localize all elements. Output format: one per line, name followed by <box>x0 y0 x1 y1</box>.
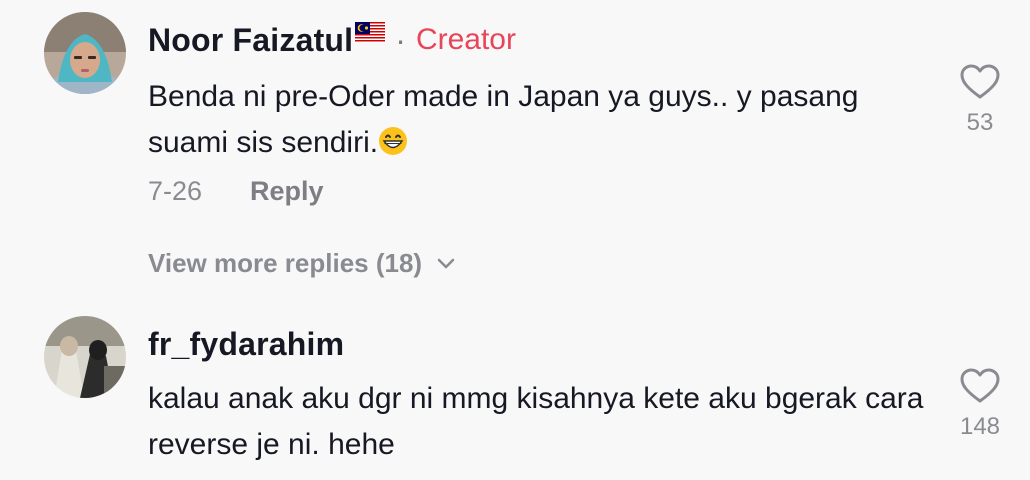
avatar[interactable] <box>44 12 126 94</box>
reply-button[interactable]: Reply <box>250 176 324 207</box>
avatar[interactable] <box>44 316 126 398</box>
comment-text-content: kalau anak aku dgr ni mmg kisahnya kete … <box>148 382 924 461</box>
username[interactable]: fr_fydarahim <box>148 326 344 363</box>
comment-text: kalau anak aku dgr ni mmg kisahnya kete … <box>148 376 928 468</box>
avatar-image <box>44 316 126 398</box>
malaysia-flag-icon <box>355 22 386 48</box>
like-count: 53 <box>966 109 994 136</box>
username-row: fr_fydarahim <box>148 322 344 366</box>
heart-icon[interactable] <box>960 368 1000 409</box>
username-row: Noor Faizatul · Creator <box>148 18 516 62</box>
like-button[interactable]: 148 <box>950 368 1010 441</box>
grinning-face-icon <box>378 124 408 155</box>
comment-text: Benda ni pre-Oder made in Japan ya guys.… <box>148 74 928 166</box>
view-more-replies-button[interactable]: View more replies (18) <box>148 248 456 279</box>
comment-meta: 7-26 Reply <box>148 176 324 207</box>
username[interactable]: Noor Faizatul <box>148 22 353 59</box>
comment-item: Noor Faizatul · Creator Benda ni pre-Ode… <box>0 0 1030 300</box>
heart-icon[interactable] <box>960 64 1000 105</box>
creator-badge: Creator <box>415 23 516 56</box>
comment-text-content: Benda ni pre-Oder made in Japan ya guys.… <box>148 80 859 159</box>
like-button[interactable]: 53 <box>950 64 1010 137</box>
comment-date: 7-26 <box>148 176 203 206</box>
comment-item: fr_fydarahim kalau anak aku dgr ni mmg k… <box>0 300 1030 480</box>
view-more-replies-label: View more replies (18) <box>148 248 423 278</box>
avatar-image <box>44 12 126 94</box>
chevron-down-icon <box>437 258 455 268</box>
badge-separator: · <box>395 21 406 58</box>
like-count: 148 <box>959 413 1001 440</box>
